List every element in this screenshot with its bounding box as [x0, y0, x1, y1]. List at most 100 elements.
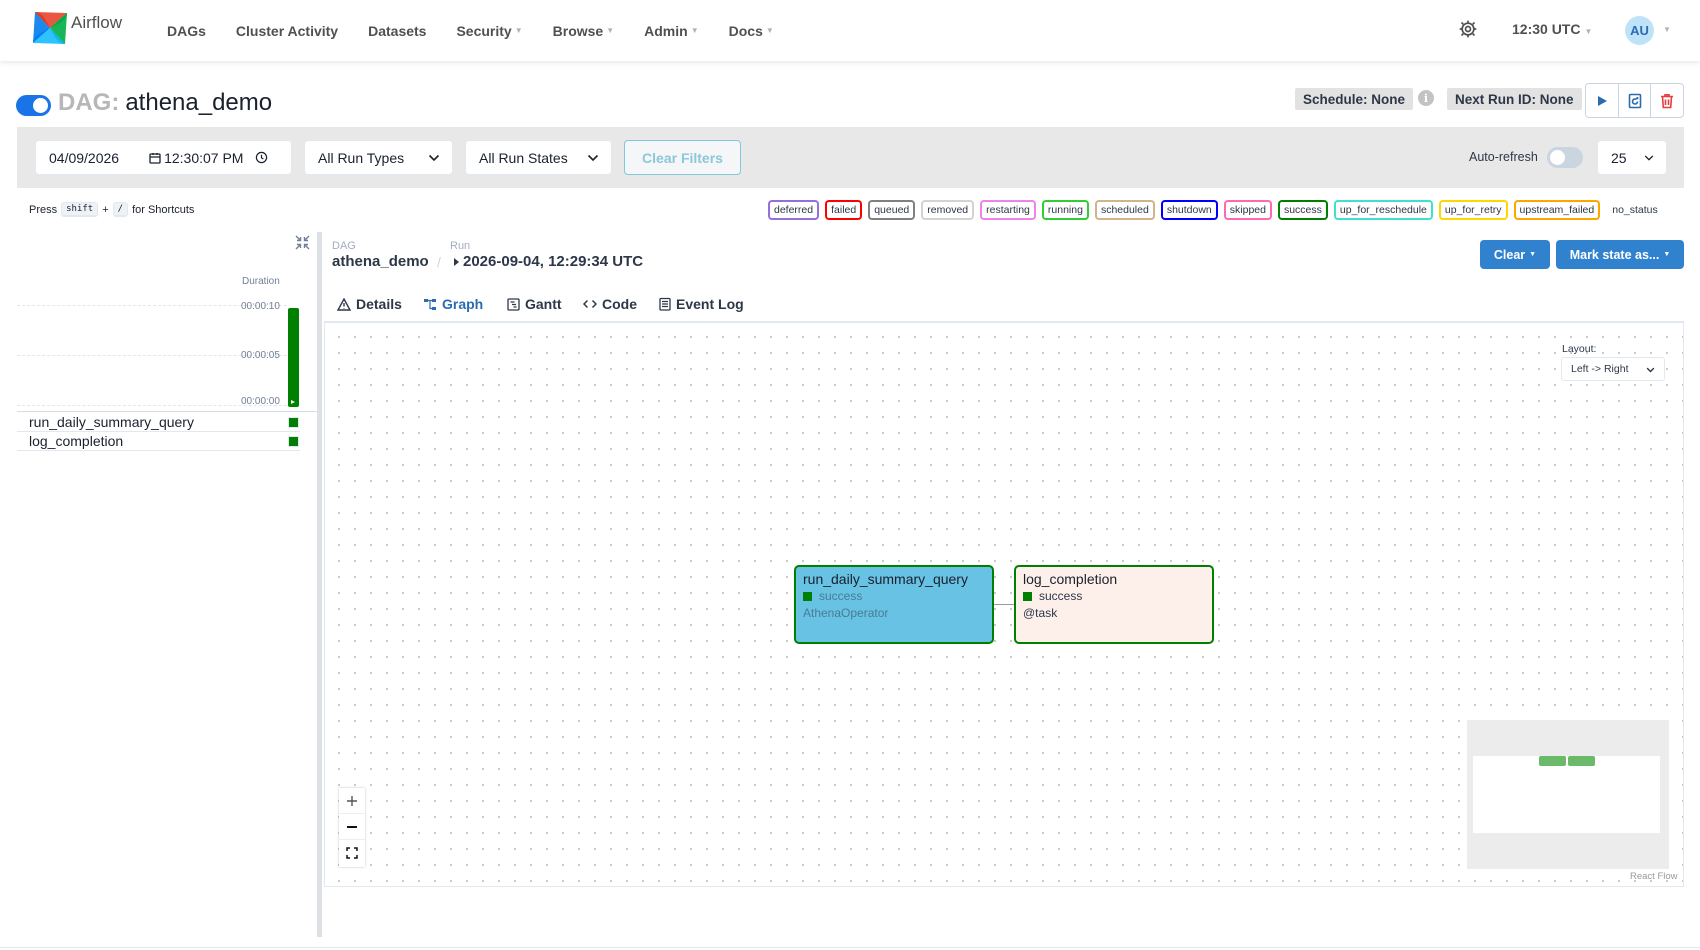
state-upstream-failed[interactable]: upstream_failed: [1513, 200, 1601, 220]
tab-graph[interactable]: Graph: [410, 285, 497, 325]
tab-details[interactable]: Details: [324, 285, 415, 323]
nav-dags[interactable]: DAGs: [167, 23, 206, 39]
react-flow-attribution[interactable]: React Flow: [1630, 871, 1678, 882]
node-state: success: [1023, 588, 1205, 605]
dag-run-duration-bar[interactable]: [288, 308, 299, 407]
task-row-run-daily-summary-query[interactable]: run_daily_summary_query: [17, 413, 300, 432]
breadcrumb-run-label: Run: [450, 240, 471, 252]
state-square-icon: [1023, 592, 1032, 601]
airflow-logo[interactable]: Airflow: [31, 9, 122, 47]
breadcrumb-dag[interactable]: athena_demo: [332, 253, 429, 270]
state-shutdown[interactable]: shutdown: [1160, 200, 1218, 220]
zoom-in-button[interactable]: [339, 788, 365, 814]
state-skipped[interactable]: skipped: [1223, 200, 1272, 220]
trigger-dag-button[interactable]: [1586, 84, 1619, 117]
state-success[interactable]: success: [1277, 200, 1328, 220]
chevron-down-icon: ▼: [514, 26, 523, 35]
zoom-out-button[interactable]: [339, 814, 365, 840]
collapse-icon[interactable]: [295, 235, 310, 255]
page-size-select[interactable]: 25: [1597, 140, 1667, 175]
info-icon[interactable]: i: [1418, 90, 1434, 106]
nav-datasets[interactable]: Datasets: [368, 23, 426, 39]
tab-gantt[interactable]: Gantt: [494, 285, 575, 323]
panel-resize-handle[interactable]: [317, 232, 322, 937]
nav-cluster-activity[interactable]: Cluster Activity: [236, 23, 338, 39]
trash-icon: [1661, 93, 1674, 108]
task-instance-cell[interactable]: [288, 417, 299, 428]
fit-view-button[interactable]: [339, 840, 365, 866]
base-date-input[interactable]: 04/09/2026 12:30:07 PM: [35, 140, 292, 175]
task-row-log-completion[interactable]: log_completion: [17, 432, 300, 451]
duration-label: Duration: [242, 276, 280, 287]
state-up-for-reschedule[interactable]: up_for_reschedule: [1333, 200, 1433, 220]
state-deferred[interactable]: deferred: [768, 200, 820, 220]
filter-bar: 04/09/2026 12:30:07 PM All Run Types All…: [17, 127, 1684, 188]
play-icon: [1597, 95, 1607, 106]
nav-security[interactable]: Security ▼: [456, 23, 522, 39]
nav-docs[interactable]: Docs ▼: [729, 23, 774, 39]
state-no-status[interactable]: no_status: [1606, 200, 1664, 220]
run-type-select[interactable]: All Run Types: [304, 140, 453, 175]
nav-admin[interactable]: Admin ▼: [644, 23, 698, 39]
tab-event-log[interactable]: Event Log: [646, 285, 757, 323]
state-up-for-retry[interactable]: up_for_retry: [1438, 200, 1508, 220]
auto-refresh-toggle[interactable]: [1547, 147, 1583, 168]
graph-controls: [339, 788, 365, 867]
task-node-log-completion[interactable]: log_completion success @task: [1014, 565, 1214, 644]
tab-code[interactable]: Code: [570, 285, 650, 323]
gear-icon[interactable]: [1458, 19, 1478, 44]
dag-pause-toggle[interactable]: [16, 95, 51, 116]
logo-text: Airflow: [71, 13, 123, 32]
mark-state-button[interactable]: Mark state as... ▼: [1556, 240, 1684, 269]
node-state-text: success: [819, 589, 863, 603]
graph-icon: [424, 298, 436, 310]
minimap-viewport: [1473, 756, 1660, 833]
grid-divider: [17, 411, 317, 412]
shortcut-plus: +: [102, 203, 109, 216]
task-node-run-daily-summary-query[interactable]: run_daily_summary_query success AthenaOp…: [794, 565, 994, 644]
clear-button[interactable]: Clear ▼: [1480, 240, 1550, 269]
user-avatar[interactable]: AU: [1625, 16, 1654, 45]
state-failed[interactable]: failed: [825, 200, 863, 220]
clock-icon[interactable]: [255, 151, 268, 164]
state-scheduled[interactable]: scheduled: [1094, 200, 1155, 220]
page-size-value: 25: [1611, 149, 1627, 166]
state-queued[interactable]: queued: [868, 200, 916, 220]
calendar-icon: [149, 152, 161, 164]
run-state-select[interactable]: All Run States: [465, 140, 612, 175]
reparse-dag-button[interactable]: [1619, 84, 1652, 117]
next-run-text: Next Run ID: None: [1455, 91, 1574, 107]
clear-filters-label: Clear Filters: [642, 149, 723, 166]
shortcut-suffix: for Shortcuts: [132, 203, 195, 216]
minimap-node: [1539, 756, 1566, 766]
node-state-text: success: [1039, 589, 1083, 603]
time-part: 12:30:07 PM: [149, 150, 268, 166]
layout-select[interactable]: Left -> Right: [1561, 357, 1665, 381]
node-task-name: run_daily_summary_query: [803, 571, 968, 587]
warning-triangle-icon: [337, 297, 351, 311]
graph-minimap[interactable]: [1467, 720, 1669, 869]
run-state-value: All Run States: [479, 149, 568, 166]
tab-label: Gantt: [525, 296, 562, 312]
breadcrumb-dag-label: DAG: [332, 240, 356, 252]
state-legend: deferred failed queued removed restarting run…: [768, 200, 1670, 220]
footer-divider: [0, 947, 1700, 948]
state-removed[interactable]: removed: [921, 200, 975, 220]
chevron-down-icon[interactable]: ▼: [1663, 25, 1671, 34]
state-running[interactable]: running: [1041, 200, 1089, 220]
duration-tick: 00:00:05: [241, 350, 280, 361]
nav-security-label: Security: [456, 22, 512, 39]
task-instance-cell[interactable]: [288, 436, 299, 447]
utc-clock[interactable]: 12:30 UTC ▼: [1512, 21, 1592, 37]
chevron-down-icon: [428, 154, 440, 162]
breadcrumb-run[interactable]: 2026-09-04, 12:29:34 UTC: [454, 253, 643, 270]
node-task-name: log_completion: [1023, 571, 1118, 587]
delete-dag-button[interactable]: [1651, 84, 1683, 117]
state-restarting[interactable]: restarting: [980, 200, 1036, 220]
schedule-badge: Schedule: None: [1295, 88, 1414, 110]
nav-browse[interactable]: Browse ▼: [553, 23, 615, 39]
clear-filters-button[interactable]: Clear Filters: [624, 140, 741, 175]
graph-edge: [994, 604, 1014, 605]
shortcut-hint: Press shift + / for Shortcuts: [29, 202, 194, 217]
minus-icon: [347, 825, 357, 828]
